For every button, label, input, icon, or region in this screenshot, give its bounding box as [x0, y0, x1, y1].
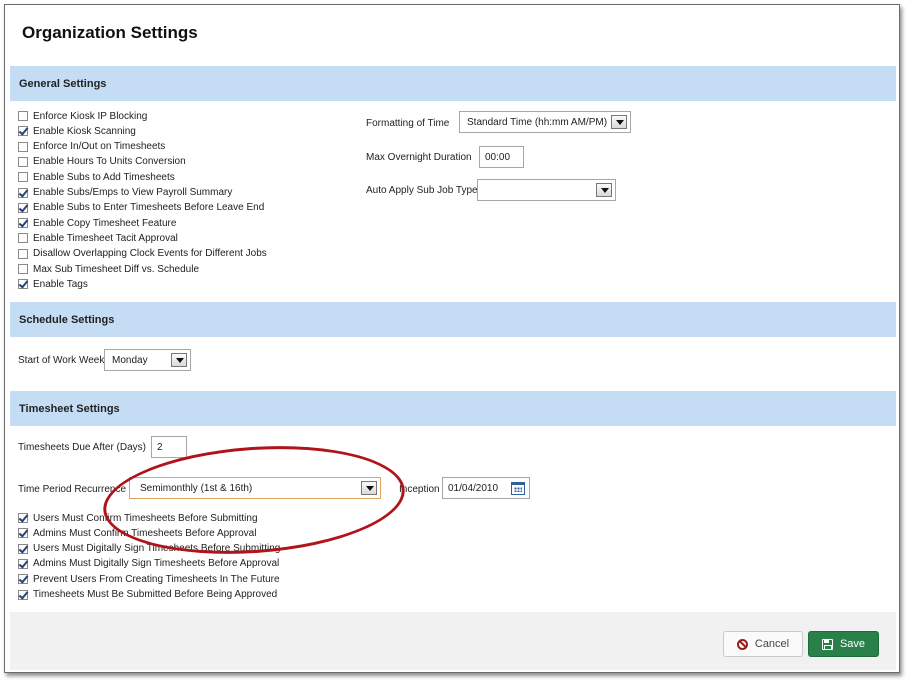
- checkbox-label: Enable Subs/Emps to View Payroll Summary: [33, 187, 233, 198]
- checkbox-label: Disallow Overlapping Clock Events for Di…: [33, 248, 267, 260]
- checkbox-row[interactable]: Admins Must Digitally Sign Timesheets Be…: [18, 557, 279, 571]
- general-settings-header: General Settings: [10, 66, 896, 101]
- checkbox[interactable]: [18, 172, 28, 183]
- checkbox[interactable]: [18, 141, 28, 152]
- start-of-work-week-select[interactable]: Monday: [104, 349, 191, 371]
- checkbox-label: Enable Subs to Enter Timesheets Before L…: [33, 202, 265, 214]
- checkbox[interactable]: [18, 558, 28, 569]
- formatting-of-time-value: Standard Time (hh:mm AM/PM): [467, 117, 608, 128]
- start-of-work-week-value: Monday: [112, 355, 148, 366]
- checkbox[interactable]: [18, 187, 28, 198]
- checkbox[interactable]: [18, 218, 28, 229]
- max-overnight-duration-input[interactable]: 00:00: [479, 146, 524, 168]
- checkbox-row[interactable]: Timesheets Must Be Submitted Before Bein…: [18, 588, 277, 602]
- checkbox-row[interactable]: Enable Tags: [18, 277, 88, 291]
- max-overnight-duration-label: Max Overnight Duration: [366, 152, 472, 163]
- timesheets-due-after-value: 2: [157, 442, 163, 453]
- checkbox-label: Enable Copy Timesheet Feature: [33, 217, 177, 229]
- checkbox-label: Enable Subs to Add Timesheets: [33, 171, 175, 183]
- inception-label: Inception: [399, 484, 440, 495]
- checkbox-label: Max Sub Timesheet Diff vs. Schedule: [33, 263, 200, 275]
- inception-date-input[interactable]: 01/04/2010: [442, 477, 530, 499]
- time-period-recurrence-value: Semimonthly (1st & 16th): [140, 483, 253, 494]
- max-overnight-duration-value: 00:00: [485, 152, 511, 163]
- checkbox[interactable]: [18, 279, 28, 290]
- checkbox[interactable]: [18, 589, 28, 600]
- checkbox-label: Admins Must Confirm Timesheets Before Ap…: [33, 527, 257, 539]
- checkbox-row[interactable]: Enable Subs to Add Timesheets: [18, 170, 175, 184]
- auto-apply-sub-job-type-select[interactable]: [477, 179, 616, 201]
- chevron-down-icon[interactable]: [611, 115, 627, 129]
- checkbox-label: Enforce Kiosk IP Blocking: [33, 110, 148, 122]
- schedule-settings-header: Schedule Settings: [10, 302, 896, 337]
- checkbox-row[interactable]: Disallow Overlapping Clock Events for Di…: [18, 247, 267, 261]
- checkbox[interactable]: [18, 264, 28, 274]
- checkbox-row[interactable]: Max Sub Timesheet Diff vs. Schedule: [18, 262, 199, 276]
- checkbox-label: Enable Hours To Units Conversion: [33, 156, 186, 168]
- save-button[interactable]: Save: [808, 631, 879, 657]
- start-of-work-week-label: Start of Work Week: [18, 355, 105, 366]
- cancel-button-label: Cancel: [754, 638, 790, 650]
- auto-apply-sub-job-type-label: Auto Apply Sub Job Type: [366, 185, 478, 196]
- formatting-of-time-select[interactable]: Standard Time (hh:mm AM/PM): [459, 111, 631, 133]
- checkbox-row[interactable]: Prevent Users From Creating Timesheets I…: [18, 572, 280, 586]
- checkbox[interactable]: [18, 156, 28, 167]
- checkbox[interactable]: [18, 248, 28, 259]
- checkbox-label: Users Must Confirm Timesheets Before Sub…: [33, 512, 258, 524]
- checkbox-label: Timesheets Must Be Submitted Before Bein…: [33, 589, 278, 600]
- no-entry-icon: [736, 638, 748, 650]
- timesheets-due-after-input[interactable]: 2: [151, 436, 187, 458]
- settings-dialog: Organization Settings General Settings E…: [4, 4, 900, 673]
- checkbox-row[interactable]: Enforce Kiosk IP Blocking: [18, 109, 147, 123]
- checkbox-label: Prevent Users From Creating Timesheets I…: [33, 573, 280, 585]
- time-period-recurrence-select[interactable]: Semimonthly (1st & 16th): [129, 477, 381, 499]
- time-period-recurrence-label: Time Period Recurrence: [18, 484, 127, 495]
- checkbox[interactable]: [18, 513, 28, 523]
- inception-date-value: 01/04/2010: [448, 483, 499, 494]
- checkbox[interactable]: [18, 528, 28, 539]
- checkbox-row[interactable]: Enable Kiosk Scanning: [18, 124, 136, 138]
- save-button-label: Save: [839, 638, 866, 650]
- dialog-footer: Cancel Save: [10, 612, 896, 670]
- checkbox-row[interactable]: Enable Subs/Emps to View Payroll Summary: [18, 186, 232, 200]
- checkbox[interactable]: [18, 543, 28, 554]
- chevron-down-icon[interactable]: [171, 353, 187, 367]
- checkbox[interactable]: [18, 233, 28, 244]
- timesheet-settings-header: Timesheet Settings: [10, 391, 896, 426]
- checkbox[interactable]: [18, 111, 28, 121]
- checkbox-row[interactable]: Enable Hours To Units Conversion: [18, 155, 186, 169]
- checkbox-label: Enable Kiosk Scanning: [33, 125, 136, 137]
- checkbox[interactable]: [18, 126, 28, 137]
- checkbox-label: Enable Timesheet Tacit Approval: [33, 232, 178, 244]
- checkbox-label: Enable Tags: [33, 278, 88, 290]
- checkbox-row[interactable]: Users Must Confirm Timesheets Before Sub…: [18, 511, 258, 525]
- formatting-of-time-label: Formatting of Time: [366, 118, 450, 129]
- calendar-icon[interactable]: [511, 482, 525, 495]
- checkbox-row[interactable]: Enforce In/Out on Timesheets: [18, 140, 165, 154]
- checkbox-row[interactable]: Enable Copy Timesheet Feature: [18, 216, 176, 230]
- checkbox-label: Users Must Digitally Sign Timesheets Bef…: [33, 543, 281, 555]
- checkbox-row[interactable]: Enable Subs to Enter Timesheets Before L…: [18, 201, 264, 215]
- chevron-down-icon[interactable]: [361, 481, 377, 495]
- floppy-disk-icon: [821, 638, 833, 650]
- checkbox[interactable]: [18, 574, 28, 585]
- checkbox[interactable]: [18, 202, 28, 213]
- checkbox-label: Enforce In/Out on Timesheets: [33, 141, 166, 153]
- timesheets-due-after-label: Timesheets Due After (Days): [18, 442, 147, 453]
- checkbox-row[interactable]: Users Must Digitally Sign Timesheets Bef…: [18, 542, 280, 556]
- cancel-button[interactable]: Cancel: [723, 631, 803, 657]
- checkbox-row[interactable]: Admins Must Confirm Timesheets Before Ap…: [18, 526, 256, 540]
- page-title: Organization Settings: [22, 23, 198, 42]
- checkbox-label: Admins Must Digitally Sign Timesheets Be…: [33, 558, 280, 570]
- checkbox-row[interactable]: Enable Timesheet Tacit Approval: [18, 231, 178, 245]
- chevron-down-icon[interactable]: [596, 183, 612, 197]
